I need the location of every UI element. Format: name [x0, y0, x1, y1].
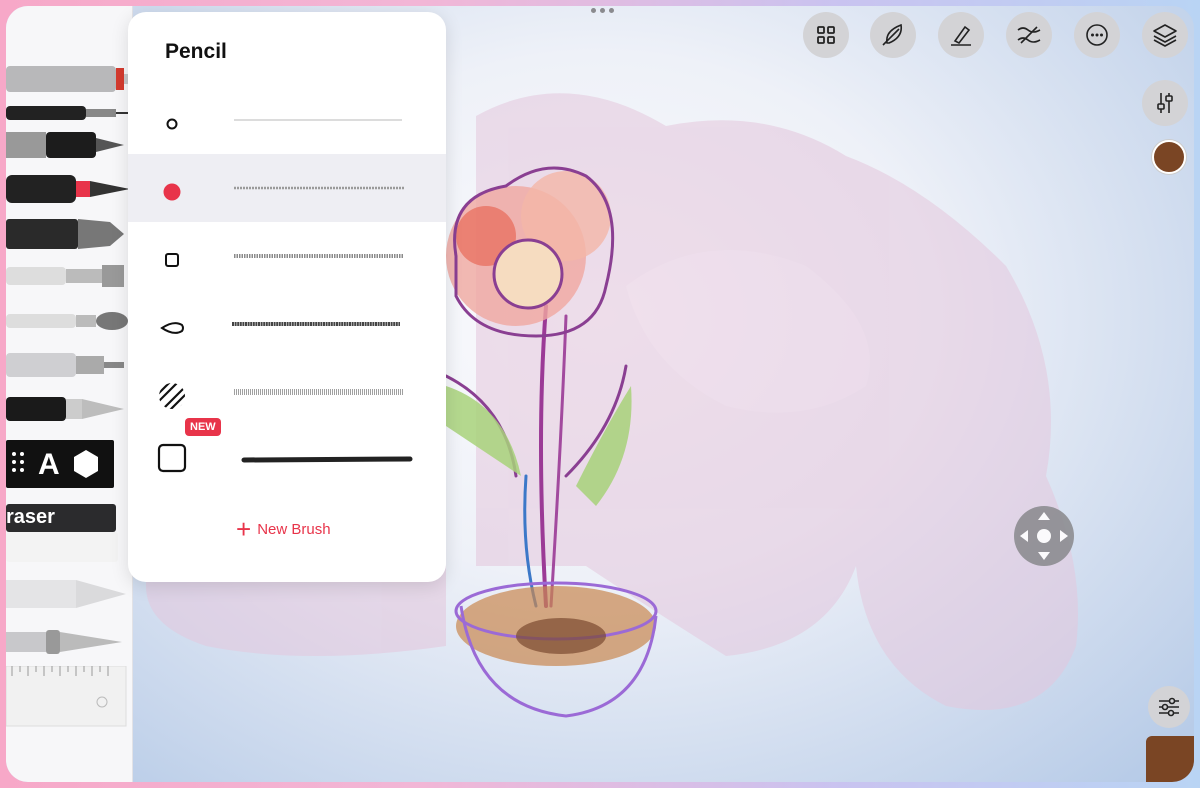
brush-preview-stroke	[241, 456, 413, 463]
smudge-tool-button[interactable]	[1006, 12, 1052, 58]
teardrop-icon	[160, 322, 184, 334]
adjustments-button[interactable]	[1142, 80, 1188, 126]
more-button[interactable]	[1074, 12, 1120, 58]
feather-icon	[882, 23, 903, 46]
tool-eraser[interactable]: raser	[6, 504, 126, 566]
tool-rail: A raser	[6, 6, 174, 782]
current-color-button[interactable]	[1152, 140, 1186, 174]
move-arrows-icon	[1020, 512, 1068, 560]
tool-watercolor-marker[interactable]	[6, 216, 136, 252]
color-swatch[interactable]	[1146, 736, 1194, 782]
drawing-canvas[interactable]: A raser Pencil NEW + New Brush	[6, 6, 1194, 782]
tool-pattern-stamp[interactable]: A	[6, 440, 116, 490]
tool-technical-pen[interactable]	[6, 348, 136, 384]
dot-filled-red-icon	[163, 183, 181, 201]
tool-exacto-knife[interactable]	[6, 624, 136, 660]
tool-fountain-pen[interactable]	[6, 392, 136, 428]
square-outline-small-icon	[165, 253, 179, 267]
brush-row-2[interactable]	[128, 154, 446, 222]
tool-flat-brush[interactable]	[6, 261, 136, 297]
brush-row-5[interactable]	[128, 358, 446, 426]
square-outline-large-icon	[157, 443, 187, 473]
pen-stroke-icon	[951, 25, 971, 46]
pen-tool-button[interactable]	[938, 12, 984, 58]
navigation-joystick[interactable]	[1014, 506, 1074, 566]
layers-icon	[1153, 24, 1177, 47]
brush-panel: Pencil NEW + New Brush	[128, 12, 446, 582]
waves-icon	[1017, 26, 1041, 44]
brush-preview-stroke	[234, 186, 404, 190]
grid-icon	[817, 26, 835, 44]
eraser-label: raser	[6, 506, 55, 528]
panel-title: Pencil	[165, 40, 227, 63]
new-brush-label: New Brush	[257, 520, 331, 538]
circle-outline-small-icon	[166, 118, 178, 130]
hatch-circle-icon	[159, 383, 185, 409]
stamp-letter: A	[38, 448, 60, 481]
gallery-button[interactable]	[803, 12, 849, 58]
sliders-vertical-icon	[1157, 93, 1173, 113]
tool-pencil-knife[interactable]	[6, 576, 136, 612]
tool-ruler[interactable]	[6, 666, 128, 728]
brush-row-3[interactable]	[128, 222, 446, 290]
tool-marker[interactable]	[6, 128, 136, 164]
layers-button[interactable]	[1142, 12, 1188, 58]
brush-preview-stroke	[234, 119, 402, 121]
tool-round-brush[interactable]	[6, 306, 136, 342]
new-brush-button[interactable]: + New Brush	[236, 514, 331, 544]
multitask-dots[interactable]	[591, 8, 614, 13]
brush-tool-button[interactable]	[870, 12, 916, 58]
brush-preview-stroke	[232, 322, 400, 326]
brush-row-4[interactable]	[128, 290, 446, 358]
brush-preview-stroke	[234, 254, 404, 258]
sliders-horizontal-icon	[1159, 697, 1179, 717]
brush-preview-stroke	[234, 389, 404, 395]
settings-button[interactable]	[1148, 686, 1190, 728]
brush-row-6[interactable]: NEW	[128, 418, 446, 494]
tool-brush-pen[interactable]	[6, 171, 136, 207]
more-icon	[1086, 24, 1108, 46]
plus-icon: +	[236, 514, 252, 544]
brush-row-1[interactable]	[128, 86, 446, 154]
new-badge: NEW	[185, 418, 221, 436]
